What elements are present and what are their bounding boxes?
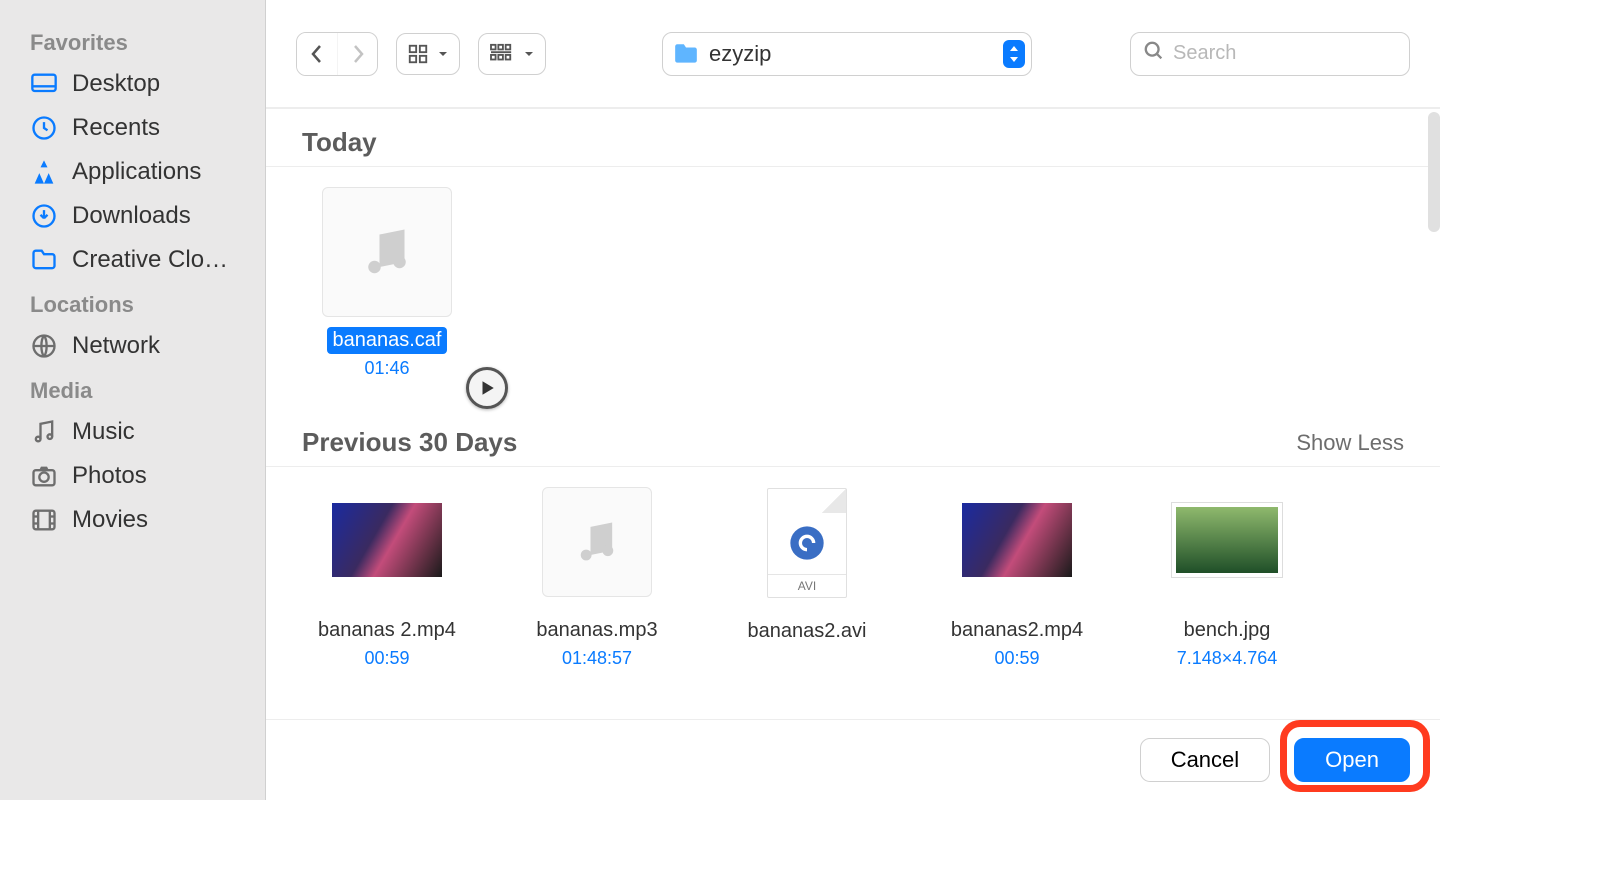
folder-icon: [30, 246, 58, 274]
cancel-button[interactable]: Cancel: [1140, 738, 1270, 782]
group-title: Today: [302, 127, 377, 158]
sidebar-item-desktop[interactable]: Desktop: [0, 62, 265, 106]
audio-thumbnail: [542, 487, 652, 597]
sidebar-item-label: Movies: [72, 506, 148, 534]
group-by-button[interactable]: [478, 33, 546, 75]
film-icon: [30, 506, 58, 534]
sidebar-item-label: Desktop: [72, 70, 160, 98]
video-thumbnail: [962, 503, 1072, 577]
file-item[interactable]: bananas.mp3 01:48:57: [512, 487, 682, 669]
group-title: Previous 30 Days: [302, 427, 517, 458]
play-icon[interactable]: [466, 367, 508, 409]
file-meta: 7.148×4.764: [1177, 648, 1278, 669]
file-name: bananas 2.mp4: [312, 617, 462, 644]
search-field[interactable]: [1130, 32, 1410, 76]
sidebar-item-label: Downloads: [72, 202, 191, 230]
sidebar-item-label: Network: [72, 332, 160, 360]
sidebar-item-recents[interactable]: Recents: [0, 106, 265, 150]
search-icon: [1143, 40, 1165, 67]
group-header-today: Today: [266, 109, 1440, 167]
grid-today: bananas.caf 01:46: [266, 167, 1440, 409]
desktop-icon: [30, 70, 58, 98]
forward-button[interactable]: [337, 33, 377, 75]
file-item[interactable]: bananas 2.mp4 00:59: [302, 503, 472, 669]
show-less-button[interactable]: Show Less: [1296, 430, 1404, 456]
sidebar-item-movies[interactable]: Movies: [0, 498, 265, 542]
file-meta: 00:59: [994, 648, 1039, 669]
nav-back-forward: [296, 32, 378, 76]
music-icon: [30, 418, 58, 446]
view-mode-button[interactable]: [396, 33, 460, 75]
toolbar: ezyzip: [266, 0, 1440, 108]
up-down-icon: [1003, 40, 1025, 68]
file-name: bananas2.mp4: [945, 617, 1089, 644]
sidebar-item-label: Music: [72, 418, 135, 446]
sidebar-item-applications[interactable]: Applications: [0, 150, 265, 194]
download-icon: [30, 202, 58, 230]
search-input[interactable]: [1173, 42, 1397, 65]
sidebar-section-favorites: Favorites: [0, 20, 265, 62]
sidebar-item-label: Recents: [72, 114, 160, 142]
globe-icon: [30, 332, 58, 360]
audio-thumbnail: [322, 187, 452, 317]
sidebar-item-photos[interactable]: Photos: [0, 454, 265, 498]
image-thumbnail: [1172, 503, 1282, 577]
file-name: bananas2.avi: [742, 618, 873, 645]
file-content: Today bananas.caf 01:46 Previous 30 Days…: [266, 108, 1440, 719]
group-header-prev30: Previous 30 Days Show Less: [266, 409, 1440, 467]
file-meta: 01:46: [364, 358, 409, 379]
sidebar-item-label: Creative Clo…: [72, 246, 228, 274]
file-item[interactable]: bench.jpg 7.148×4.764: [1142, 503, 1312, 669]
folder-icon: [673, 43, 699, 65]
sidebar-item-downloads[interactable]: Downloads: [0, 194, 265, 238]
dialog-footer: Cancel Open: [266, 719, 1440, 800]
file-item[interactable]: bananas.caf 01:46: [302, 187, 472, 379]
sidebar-section-locations: Locations: [0, 282, 265, 324]
open-button[interactable]: Open: [1294, 738, 1410, 782]
path-popup[interactable]: ezyzip: [662, 32, 1032, 76]
path-label: ezyzip: [709, 41, 993, 67]
sidebar-item-creative-cloud[interactable]: Creative Clo…: [0, 238, 265, 282]
camera-icon: [30, 462, 58, 490]
main-pane: ezyzip Today bana: [266, 0, 1440, 800]
avi-label: AVI: [768, 574, 846, 597]
file-meta: 00:59: [364, 648, 409, 669]
avi-thumbnail: AVI: [767, 488, 847, 598]
file-name: bananas.mp3: [530, 617, 663, 644]
sidebar-item-label: Photos: [72, 462, 147, 490]
applications-icon: [30, 158, 58, 186]
sidebar: Favorites Desktop Recents Applications D…: [0, 0, 266, 800]
grid-prev30: bananas 2.mp4 00:59 bananas.mp3 01:48:57…: [266, 467, 1440, 699]
sidebar-item-music[interactable]: Music: [0, 410, 265, 454]
sidebar-section-media: Media: [0, 368, 265, 410]
back-button[interactable]: [297, 33, 337, 75]
sidebar-item-label: Applications: [72, 158, 201, 186]
clock-icon: [30, 114, 58, 142]
scrollbar[interactable]: [1428, 112, 1440, 232]
file-item[interactable]: AVI bananas2.avi: [722, 488, 892, 669]
sidebar-item-network[interactable]: Network: [0, 324, 265, 368]
file-meta: 01:48:57: [562, 648, 632, 669]
file-item[interactable]: bananas2.mp4 00:59: [932, 503, 1102, 669]
file-name: bananas.caf: [327, 327, 448, 354]
video-thumbnail: [332, 503, 442, 577]
file-name: bench.jpg: [1178, 617, 1277, 644]
